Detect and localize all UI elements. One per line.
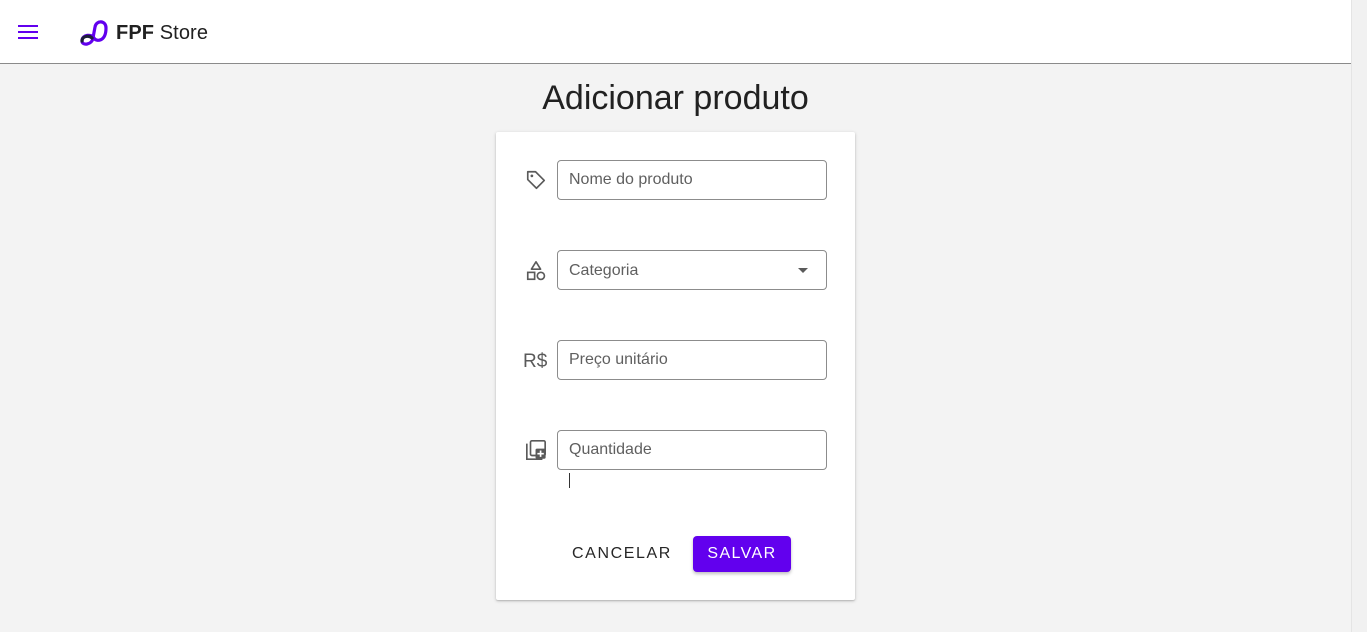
save-button[interactable]: SALVAR <box>693 536 791 572</box>
unit-price-input[interactable] <box>558 341 826 379</box>
chevron-down-icon <box>798 268 808 273</box>
app-bar: FPF Store <box>0 0 1351 64</box>
svg-text:R$: R$ <box>523 351 547 372</box>
category-select-label: Categoria <box>569 262 639 279</box>
page-title: Adicionar produto <box>542 79 809 117</box>
quantity-field[interactable] <box>557 430 827 470</box>
menu-icon <box>18 25 38 39</box>
category-select[interactable]: Categoria <box>557 250 827 290</box>
menu-button[interactable] <box>14 18 42 46</box>
brand-name-bold: FPF <box>116 22 155 44</box>
unit-price-field[interactable] <box>557 340 827 380</box>
shapes-icon <box>524 259 548 283</box>
library-add-icon <box>524 438 548 462</box>
brand-logo-icon <box>80 20 108 46</box>
brand-name-rest: Store <box>154 22 209 44</box>
text-cursor <box>569 473 570 488</box>
product-name-field[interactable] <box>557 160 827 200</box>
tag-icon <box>524 168 548 192</box>
cancel-button[interactable]: CANCELAR <box>567 536 677 572</box>
brand-name: FPF Store <box>116 21 208 45</box>
product-name-input[interactable] <box>558 161 826 199</box>
vertical-scrollbar[interactable] <box>1351 0 1367 632</box>
quantity-input[interactable] <box>558 431 826 469</box>
product-form-card: Categoria R$ CANCELAR SALVAR <box>496 132 855 600</box>
currency-real-icon: R$ <box>523 348 547 372</box>
